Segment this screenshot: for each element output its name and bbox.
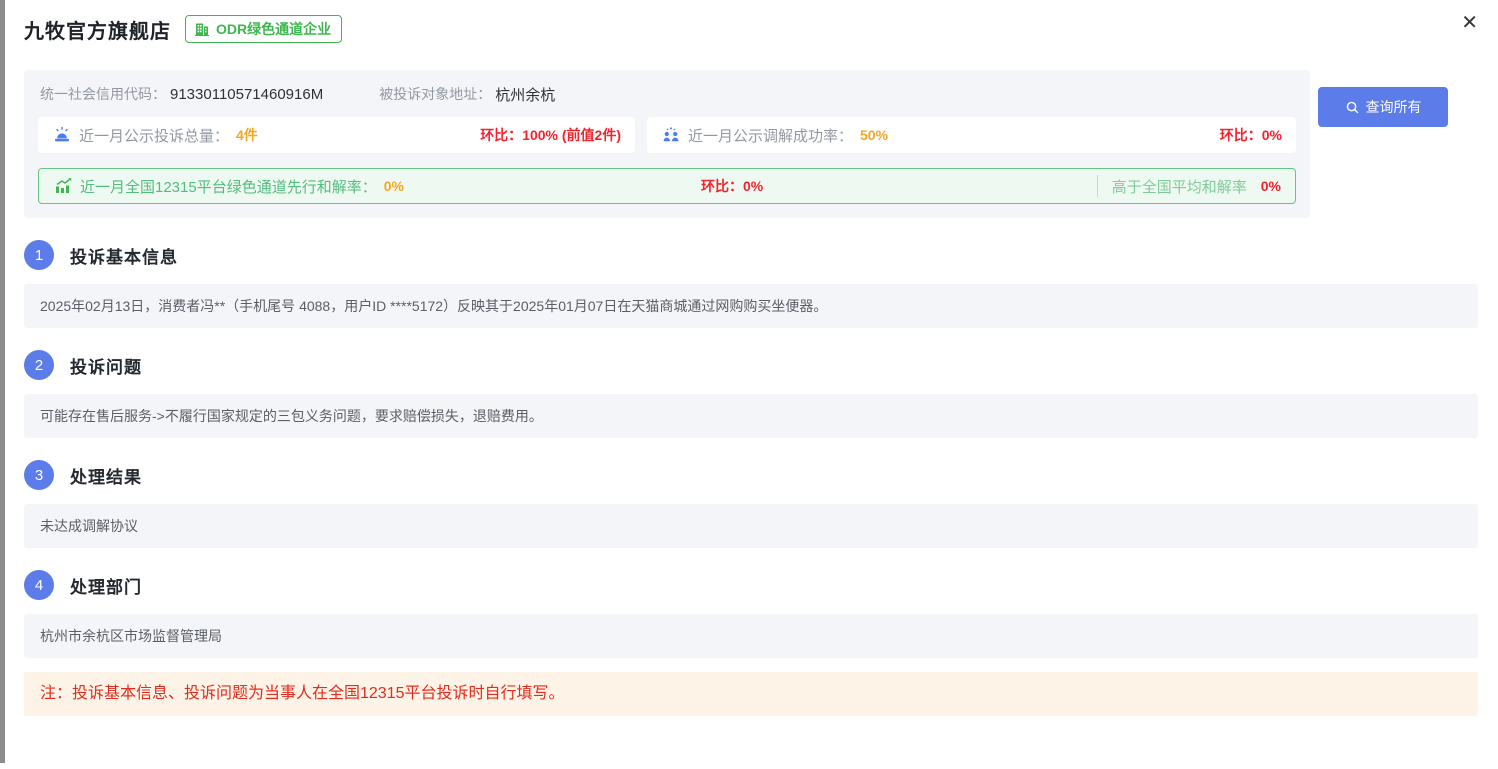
section-3-content: 未达成调解协议 [24, 504, 1478, 548]
alarm-icon [52, 125, 72, 145]
stat-card-green-channel: 近一月全国12315平台绿色通道先行和解率： 0% 环比：0% 高于全国平均和解… [38, 168, 1296, 204]
mediation-rate-mom-value: 0% [1262, 127, 1282, 143]
section-1-content: 2025年02月13日，消费者冯**（手机尾号 4088，用户ID ****51… [24, 284, 1478, 328]
odr-badge-label: ODR绿色通道企业 [216, 19, 331, 39]
mediation-rate-label: 近一月公示调解成功率： [688, 125, 853, 146]
query-all-label: 查询所有 [1366, 97, 1422, 117]
stat-cards-row: 近一月公示投诉总量： 4件 环比：100% (前值2件) [38, 117, 1296, 153]
odr-badge: ODR绿色通道企业 [185, 15, 342, 43]
green-channel-value: 0% [384, 178, 404, 194]
section-3-number-badge: 3 [24, 460, 54, 490]
section-4-header: 4 处理部门 [24, 570, 1478, 600]
section-1-number-badge: 1 [24, 240, 54, 270]
complaint-total-value: 4件 [236, 125, 258, 145]
section-1-header: 1 投诉基本信息 [24, 240, 1478, 270]
query-all-button[interactable]: 查询所有 [1318, 87, 1448, 127]
address-label: 被投诉对象地址： [379, 84, 491, 104]
section-2-number-badge: 2 [24, 350, 54, 380]
section-4-number-badge: 4 [24, 570, 54, 600]
section-4-content: 杭州市余杭区市场监督管理局 [24, 614, 1478, 658]
green-channel-mom-label: 环比： [701, 178, 743, 194]
credit-code-value: 91330110571460916M [170, 86, 323, 103]
vs-national-value: 0% [1261, 178, 1281, 194]
mediation-rate-mom-label: 环比： [1220, 127, 1262, 143]
vertical-divider [1097, 175, 1098, 197]
complaint-total-mom-value: 100% (前值2件) [522, 127, 621, 143]
section-1-title: 投诉基本信息 [70, 243, 178, 268]
complaint-detail-modal: 九牧官方旗舰店 ODR绿色通道企业 ✕ 统一社会信用代码： [0, 0, 1498, 769]
mediation-rate-value: 50% [860, 127, 888, 143]
section-3-title: 处理结果 [70, 463, 142, 488]
stat-card-mediation-rate: 近一月公示调解成功率： 50% 环比：0% [647, 117, 1296, 153]
section-2-header: 2 投诉问题 [24, 350, 1478, 380]
section-4-title: 处理部门 [70, 573, 142, 598]
complaint-total-label: 近一月公示投诉总量： [79, 125, 229, 146]
company-info-panel: 统一社会信用代码： 91330110571460916M 被投诉对象地址： 杭州… [24, 70, 1310, 218]
section-3-header: 3 处理结果 [24, 460, 1478, 490]
close-icon[interactable]: ✕ [1461, 12, 1478, 34]
address-value: 杭州余杭 [495, 84, 555, 105]
footnote: 注：投诉基本信息、投诉问题为当事人在全国12315平台投诉时自行填写。 [24, 672, 1478, 716]
people-icon [661, 125, 681, 145]
vs-national-label: 高于全国平均和解率 [1112, 176, 1247, 197]
green-channel-label: 近一月全国12315平台绿色通道先行和解率： [80, 176, 377, 197]
credit-code-label: 统一社会信用代码： [40, 84, 166, 104]
stat-card-complaint-total: 近一月公示投诉总量： 4件 环比：100% (前值2件) [38, 117, 635, 153]
company-info-row: 统一社会信用代码： 91330110571460916M 被投诉对象地址： 杭州… [38, 84, 1296, 104]
search-icon [1345, 100, 1360, 115]
chart-icon [53, 176, 73, 196]
building-icon [194, 21, 210, 37]
section-2-title: 投诉问题 [70, 353, 142, 378]
section-2-content: 可能存在售后服务->不履行国家规定的三包义务问题，要求赔偿损失，退赔费用。 [24, 394, 1478, 438]
modal-header: 九牧官方旗舰店 ODR绿色通道企业 [24, 12, 1478, 46]
green-channel-mom-value: 0% [743, 178, 763, 194]
shop-title: 九牧官方旗舰店 [24, 15, 171, 44]
complaint-total-mom-label: 环比： [480, 127, 522, 143]
